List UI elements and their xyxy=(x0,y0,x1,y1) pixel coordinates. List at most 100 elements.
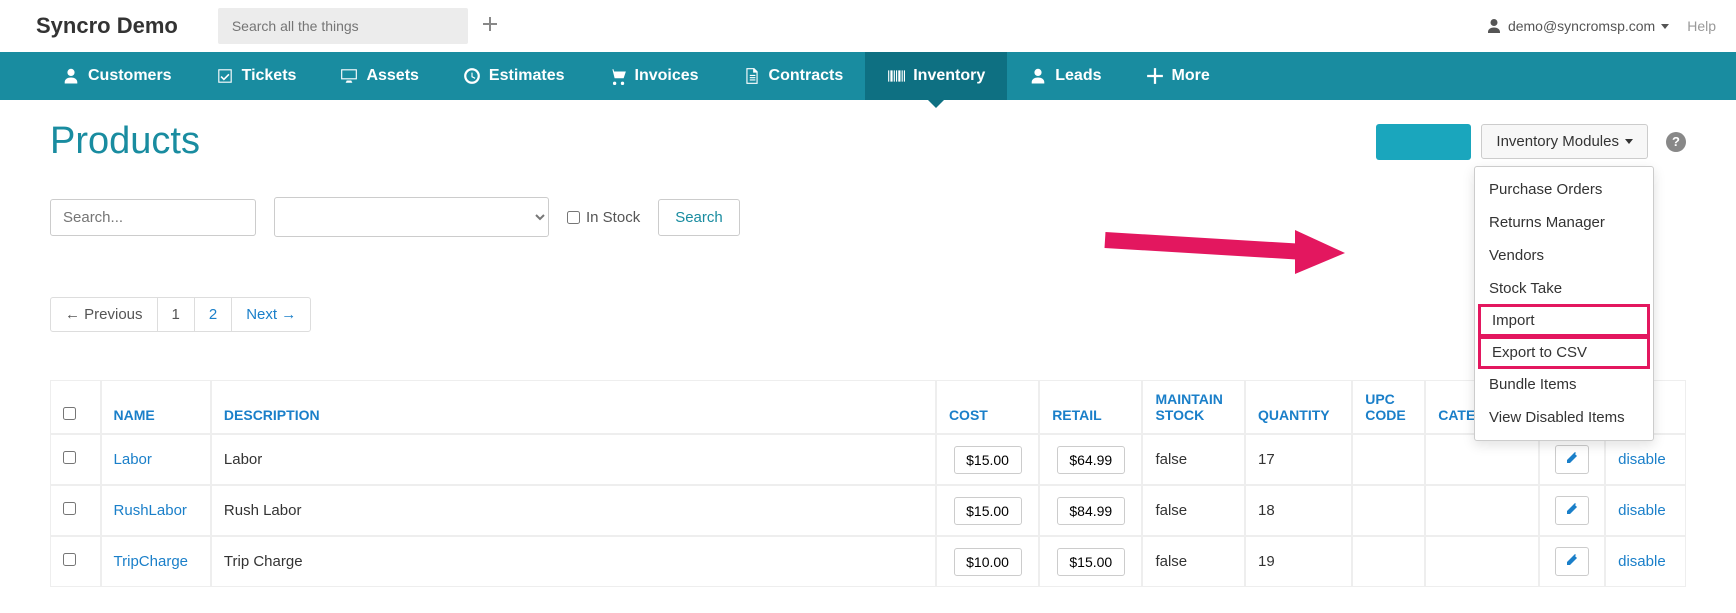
cart-icon xyxy=(609,67,627,85)
in-stock-label: In Stock xyxy=(586,209,640,226)
dropdown-returns-manager[interactable]: Returns Manager xyxy=(1475,206,1653,239)
pagination: ← Previous 1 2 Next → xyxy=(50,297,1686,332)
page-2[interactable]: 2 xyxy=(194,297,232,332)
person-icon xyxy=(1029,67,1047,85)
nav-assets[interactable]: Assets xyxy=(318,52,440,100)
dropdown-view-disabled[interactable]: View Disabled Items xyxy=(1475,401,1653,434)
products-table: NAME DESCRIPTION COST RETAIL MAINTAIN ST… xyxy=(50,380,1686,587)
nav-label: Inventory xyxy=(913,67,985,85)
nav-label: Customers xyxy=(88,67,172,85)
clock-icon xyxy=(463,67,481,85)
pencil-icon xyxy=(1564,450,1580,466)
disable-link[interactable]: disable xyxy=(1618,553,1666,570)
global-search-input[interactable] xyxy=(218,8,468,44)
col-retail[interactable]: RETAIL xyxy=(1039,380,1142,434)
nav-leads[interactable]: Leads xyxy=(1007,52,1123,100)
nav-invoices[interactable]: Invoices xyxy=(587,52,721,100)
user-email: demo@syncromsp.com xyxy=(1508,18,1655,34)
edit-button[interactable] xyxy=(1555,445,1589,474)
search-button[interactable]: Search xyxy=(658,199,740,236)
page-prev[interactable]: ← Previous xyxy=(50,297,158,332)
nav-estimates[interactable]: Estimates xyxy=(441,52,587,100)
col-cost[interactable]: COST xyxy=(936,380,1039,434)
nav-contracts[interactable]: Contracts xyxy=(721,52,866,100)
desktop-icon xyxy=(340,67,358,85)
nav-inventory[interactable]: Inventory xyxy=(865,52,1007,100)
quantity-value: 19 xyxy=(1245,536,1352,587)
maintain-stock-value: false xyxy=(1142,434,1245,485)
row-checkbox[interactable] xyxy=(63,502,76,515)
product-description: Trip Charge xyxy=(211,536,936,587)
col-description[interactable]: DESCRIPTION xyxy=(211,380,936,434)
add-icon[interactable] xyxy=(482,16,498,37)
nav-label: Tickets xyxy=(242,67,297,85)
category-value xyxy=(1425,485,1539,536)
help-link[interactable]: Help xyxy=(1687,18,1716,34)
retail-input[interactable] xyxy=(1057,446,1125,474)
retail-input[interactable] xyxy=(1057,548,1125,576)
dropdown-export-csv[interactable]: Export to CSV xyxy=(1478,336,1650,369)
cost-input[interactable] xyxy=(954,446,1022,474)
col-name[interactable]: NAME xyxy=(101,380,211,434)
edit-button[interactable] xyxy=(1555,496,1589,525)
page-1[interactable]: 1 xyxy=(157,297,195,332)
nav-label: Invoices xyxy=(635,67,699,85)
product-name-link[interactable]: RushLabor xyxy=(114,502,187,519)
plus-icon xyxy=(1146,67,1164,85)
nav-more[interactable]: More xyxy=(1124,52,1232,100)
brand-title: Syncro Demo xyxy=(36,13,178,39)
upc-value xyxy=(1352,536,1425,587)
file-icon xyxy=(743,67,761,85)
nav-label: Assets xyxy=(366,67,418,85)
row-checkbox[interactable] xyxy=(63,553,76,566)
caret-down-icon xyxy=(1661,24,1669,29)
pencil-icon xyxy=(1564,501,1580,517)
page-title: Products xyxy=(50,120,200,163)
in-stock-checkbox[interactable] xyxy=(567,211,580,224)
product-search-input[interactable] xyxy=(50,199,256,236)
row-checkbox[interactable] xyxy=(63,451,76,464)
page-next[interactable]: Next → xyxy=(231,297,311,332)
quantity-value: 17 xyxy=(1245,434,1352,485)
inventory-modules-dropdown: Purchase Orders Returns Manager Vendors … xyxy=(1474,166,1654,441)
product-description: Rush Labor xyxy=(211,485,936,536)
dropdown-stock-take[interactable]: Stock Take xyxy=(1475,272,1653,305)
maintain-stock-value: false xyxy=(1142,485,1245,536)
dropdown-bundle-items[interactable]: Bundle Items xyxy=(1475,368,1653,401)
cost-input[interactable] xyxy=(954,548,1022,576)
dropdown-purchase-orders[interactable]: Purchase Orders xyxy=(1475,173,1653,206)
product-description: Labor xyxy=(211,434,936,485)
maintain-stock-value: false xyxy=(1142,536,1245,587)
cost-input[interactable] xyxy=(954,497,1022,525)
hidden-primary-button[interactable] xyxy=(1376,124,1471,160)
user-menu[interactable]: demo@syncromsp.com xyxy=(1486,18,1669,34)
edit-button[interactable] xyxy=(1555,547,1589,576)
col-maintain-stock[interactable]: MAINTAIN STOCK xyxy=(1142,380,1245,434)
disable-link[interactable]: disable xyxy=(1618,451,1666,468)
user-icon xyxy=(1486,18,1502,34)
product-name-link[interactable]: TripCharge xyxy=(114,553,188,570)
table-row: RushLabor Rush Labor false18 disable xyxy=(50,485,1686,536)
disable-link[interactable]: disable xyxy=(1618,502,1666,519)
inventory-modules-button[interactable]: Inventory Modules xyxy=(1481,124,1648,159)
category-value xyxy=(1425,434,1539,485)
dropdown-import[interactable]: Import xyxy=(1478,304,1650,337)
help-icon[interactable]: ? xyxy=(1666,132,1686,152)
col-quantity[interactable]: QUANTITY xyxy=(1245,380,1352,434)
col-upc[interactable]: UPC CODE xyxy=(1352,380,1425,434)
upc-value xyxy=(1352,434,1425,485)
retail-input[interactable] xyxy=(1057,497,1125,525)
nav-label: Leads xyxy=(1055,67,1101,85)
quantity-value: 18 xyxy=(1245,485,1352,536)
filter-select[interactable] xyxy=(274,197,549,237)
select-all-checkbox[interactable] xyxy=(63,407,76,420)
main-nav: Customers Tickets Assets Estimates Invoi… xyxy=(0,52,1736,100)
table-row: Labor Labor false17 disable xyxy=(50,434,1686,485)
nav-tickets[interactable]: Tickets xyxy=(194,52,319,100)
dropdown-vendors[interactable]: Vendors xyxy=(1475,239,1653,272)
check-square-icon xyxy=(216,67,234,85)
product-name-link[interactable]: Labor xyxy=(114,451,152,468)
nav-customers[interactable]: Customers xyxy=(40,52,194,100)
nav-label: Contracts xyxy=(769,67,844,85)
person-icon xyxy=(62,67,80,85)
